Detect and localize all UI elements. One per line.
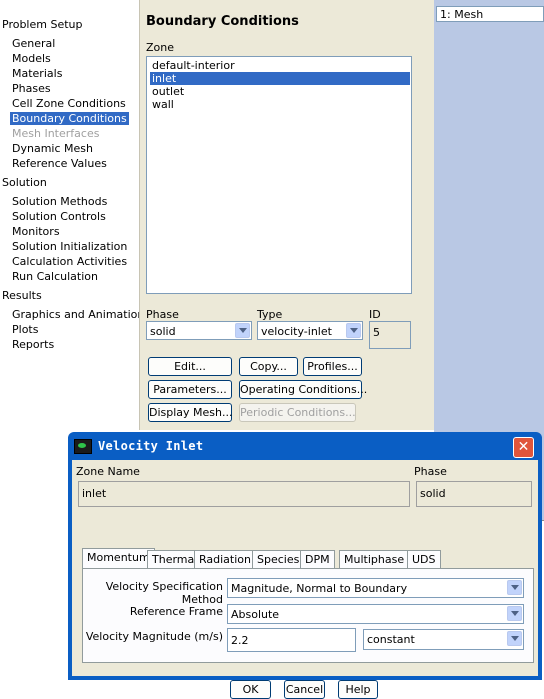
tab-radiation[interactable]: Radiation — [194, 550, 256, 568]
tab-momentum[interactable]: Momentum — [82, 548, 155, 569]
tree-item-dynamic-mesh[interactable]: Dynamic Mesh — [12, 142, 93, 155]
graphics-tab-mesh[interactable]: 1: Mesh — [436, 6, 544, 22]
close-icon[interactable]: ✕ — [513, 437, 534, 458]
tree-item-reports[interactable]: Reports — [12, 338, 54, 351]
velocity-spec-label: Velocity Specification Method — [105, 580, 223, 606]
tree-item-boundary-conditions[interactable]: Boundary Conditions — [10, 112, 129, 125]
velocity-magnitude-label: Velocity Magnitude (m/s) — [85, 630, 223, 643]
tree-item-solution-controls[interactable]: Solution Controls — [12, 210, 106, 223]
edit-button[interactable]: Edit... — [148, 357, 232, 376]
zone-name-label: Zone Name — [76, 465, 140, 478]
velocity-magnitude-value: 2.2 — [231, 634, 249, 647]
zone-item-wall[interactable]: wall — [150, 98, 410, 111]
phase-select[interactable]: solid — [146, 321, 252, 340]
tree-item-run-calculation[interactable]: Run Calculation — [12, 270, 98, 283]
operating-conditions-button[interactable]: Operating Conditions... — [239, 380, 367, 399]
chevron-down-icon[interactable] — [235, 323, 250, 338]
tree-item-solution-methods[interactable]: Solution Methods — [12, 195, 107, 208]
dialog-body: Zone Name inlet Phase solid Momentum The… — [72, 460, 538, 699]
display-mesh-button[interactable]: Display Mesh... — [148, 403, 233, 422]
dialog-phase-value: solid — [420, 487, 446, 500]
id-label: ID — [369, 308, 381, 321]
tree-item-materials[interactable]: Materials — [12, 67, 62, 80]
tree-item-solution-initialization[interactable]: Solution Initialization — [12, 240, 127, 253]
tree-section-solution[interactable]: Solution — [2, 176, 47, 189]
graphics-tab-label: 1: Mesh — [440, 8, 484, 21]
zone-list[interactable]: default-interior inlet outlet wall — [146, 56, 412, 294]
id-value: 5 — [373, 326, 380, 339]
tree-section-problem-setup[interactable]: Problem Setup — [2, 18, 83, 31]
reference-frame-value: Absolute — [231, 608, 280, 621]
panel-title: Boundary Conditions — [146, 14, 299, 29]
tab-species[interactable]: Species — [252, 550, 305, 568]
zone-item-inlet[interactable]: inlet — [150, 72, 410, 85]
tree-item-phases[interactable]: Phases — [12, 82, 51, 95]
ok-button[interactable]: OK — [230, 680, 271, 699]
type-select[interactable]: velocity-inlet — [257, 321, 363, 340]
zone-item-default-interior[interactable]: default-interior — [150, 59, 410, 72]
tab-dpm[interactable]: DPM — [300, 550, 335, 568]
tree-section-results[interactable]: Results — [2, 289, 42, 302]
tree-item-mesh-interfaces: Mesh Interfaces — [12, 127, 100, 140]
copy-button[interactable]: Copy... — [239, 357, 298, 376]
dialog-phase-field: solid — [416, 481, 532, 507]
reference-frame-select[interactable]: Absolute — [227, 604, 524, 624]
id-field: 5 — [369, 321, 411, 349]
app-icon — [74, 439, 92, 454]
tab-uds[interactable]: UDS — [407, 550, 441, 568]
velocity-magnitude-input[interactable]: 2.2 — [227, 628, 356, 652]
zone-name-value: inlet — [82, 487, 107, 500]
velocity-spec-value: Magnitude, Normal to Boundary — [231, 582, 408, 595]
tree-item-reference-values[interactable]: Reference Values — [12, 157, 107, 170]
tree-item-plots[interactable]: Plots — [12, 323, 38, 336]
momentum-tab-panel: Velocity Specification Method Magnitude,… — [82, 568, 534, 663]
chevron-down-icon[interactable] — [507, 580, 522, 595]
tree-item-graphics-and-animations[interactable]: Graphics and Animations — [12, 308, 150, 321]
tree-item-models[interactable]: Models — [12, 52, 51, 65]
parameters-button[interactable]: Parameters... — [148, 380, 232, 399]
cancel-button[interactable]: Cancel — [284, 680, 325, 699]
help-button[interactable]: Help — [338, 680, 378, 699]
zone-name-field: inlet — [78, 481, 410, 507]
velocity-magnitude-method-select[interactable]: constant — [363, 629, 524, 650]
phase-label: Phase — [146, 308, 179, 321]
velocity-spec-select[interactable]: Magnitude, Normal to Boundary — [227, 578, 524, 598]
tree-item-calculation-activities[interactable]: Calculation Activities — [12, 255, 127, 268]
tree-item-cell-zone-conditions[interactable]: Cell Zone Conditions — [12, 97, 126, 110]
tree-item-general[interactable]: General — [12, 37, 55, 50]
velocity-inlet-dialog: Velocity Inlet ✕ Zone Name inlet Phase s… — [68, 432, 542, 699]
dialog-title-bar[interactable]: Velocity Inlet ✕ — [74, 434, 536, 458]
zone-label: Zone — [146, 41, 175, 54]
profiles-button[interactable]: Profiles... — [303, 357, 362, 376]
periodic-conditions-button: Periodic Conditions... — [239, 403, 356, 422]
type-label: Type — [257, 308, 283, 321]
tree-item-monitors[interactable]: Monitors — [12, 225, 60, 238]
type-select-value: velocity-inlet — [261, 325, 332, 338]
chevron-down-icon[interactable] — [507, 606, 522, 621]
boundary-conditions-panel: Boundary Conditions Zone default-interio… — [139, 0, 435, 430]
velocity-magnitude-method-value: constant — [367, 633, 415, 646]
dialog-title: Velocity Inlet — [98, 439, 204, 453]
reference-frame-label: Reference Frame — [129, 605, 223, 618]
zone-item-outlet[interactable]: outlet — [150, 85, 410, 98]
phase-select-value: solid — [150, 325, 176, 338]
dialog-phase-label: Phase — [414, 465, 447, 478]
tab-multiphase[interactable]: Multiphase — [339, 550, 410, 568]
chevron-down-icon[interactable] — [507, 631, 522, 646]
chevron-down-icon[interactable] — [346, 323, 361, 338]
